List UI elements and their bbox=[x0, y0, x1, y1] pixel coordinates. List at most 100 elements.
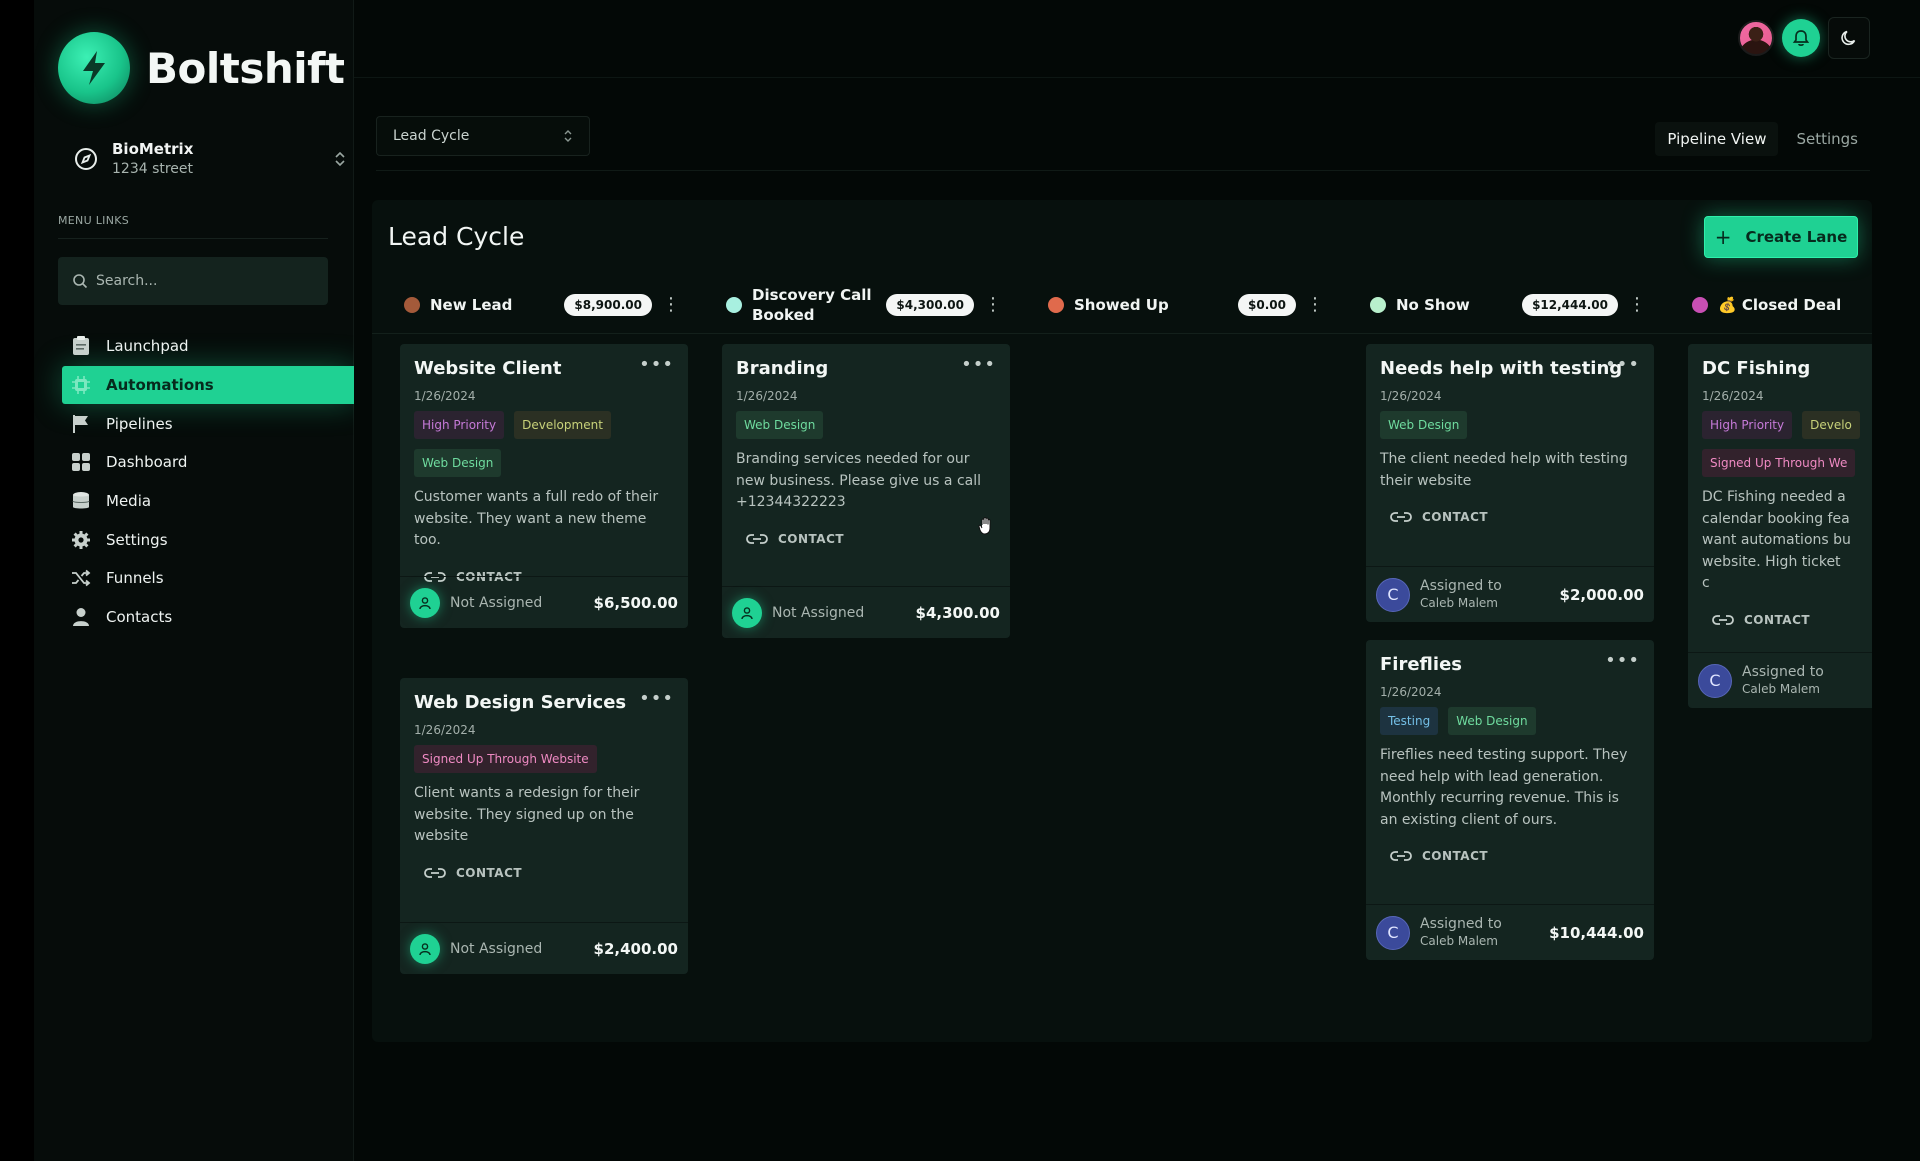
kebab-menu-icon[interactable]: ⋮ bbox=[1628, 296, 1646, 314]
sidebar-item-label: Settings bbox=[106, 530, 168, 549]
theme-toggle-button[interactable] bbox=[1828, 17, 1870, 59]
bolt-logo-icon bbox=[58, 32, 130, 104]
kebab-menu-icon[interactable]: ⋮ bbox=[662, 296, 680, 314]
card-date: 1/26/2024 bbox=[414, 389, 476, 403]
search-icon bbox=[73, 274, 88, 289]
lane-no-show: No Show $12,444.00 ⋮ bbox=[1352, 282, 1646, 328]
search-input[interactable] bbox=[96, 273, 316, 289]
assignee: Not Assigned bbox=[772, 604, 865, 621]
contact-label: CONTACT bbox=[1422, 849, 1489, 863]
contact-link[interactable]: CONTACT bbox=[1702, 609, 1872, 631]
notifications-button[interactable] bbox=[1782, 19, 1820, 57]
kebab-menu-icon[interactable]: ⋮ bbox=[984, 296, 1002, 314]
bell-icon bbox=[1792, 30, 1810, 46]
card-amount: $2,000.00 bbox=[1559, 585, 1644, 604]
sidebar-item-contacts[interactable]: Contacts bbox=[62, 598, 354, 637]
assignee-info: Assigned to Caleb Malem bbox=[1420, 578, 1502, 612]
assignee-avatar[interactable]: C bbox=[1376, 915, 1410, 950]
app-window: Boltshift BioMetrix 1234 street MENU LIN… bbox=[0, 0, 1920, 1161]
lane-color-dot bbox=[1048, 297, 1064, 313]
contact-link[interactable]: CONTACT bbox=[736, 528, 996, 550]
tab-pipeline-view[interactable]: Pipeline View bbox=[1655, 122, 1779, 156]
lane-discovery-call: Discovery Call Booked $4,300.00 ⋮ bbox=[708, 282, 1002, 328]
more-icon[interactable]: ••• bbox=[961, 354, 996, 375]
card-description: The client needed help with testing thei… bbox=[1380, 451, 1628, 489]
tag: Signed Up Through We bbox=[1702, 449, 1856, 477]
assignee: Not Assigned bbox=[450, 594, 543, 611]
brand-name: Boltshift bbox=[146, 43, 345, 93]
sidebar-item-automations[interactable]: Automations bbox=[62, 365, 354, 405]
sidebar-item-label: Contacts bbox=[106, 608, 173, 627]
deal-card[interactable]: Web Design Services ••• 1/26/2024 Signed… bbox=[400, 678, 688, 974]
assignee-name: Caleb Malem bbox=[1420, 933, 1498, 948]
deal-card[interactable]: Fireflies ••• 1/26/2024 Testing Web Desi… bbox=[1366, 640, 1654, 960]
assignee-avatar[interactable]: C bbox=[1698, 663, 1732, 698]
org-switcher[interactable]: BioMetrix 1234 street bbox=[74, 140, 346, 177]
lane-header: 💰 Closed Deal bbox=[1674, 282, 1872, 328]
sidebar-search[interactable] bbox=[58, 257, 328, 305]
create-lane-label: Create Lane bbox=[1745, 228, 1848, 246]
card-description: Client wants a redesign for their websit… bbox=[414, 785, 640, 844]
kebab-menu-icon[interactable]: ⋮ bbox=[1306, 296, 1324, 314]
lane-header: No Show $12,444.00 ⋮ bbox=[1352, 282, 1646, 328]
deal-card[interactable]: Website Client ••• 1/26/2024 High Priori… bbox=[400, 344, 688, 628]
card-date: 1/26/2024 bbox=[1380, 685, 1442, 699]
card-body: DC Fishing 1/26/2024 High Priority Devel… bbox=[1688, 344, 1872, 631]
sidebar-item-launchpad[interactable]: Launchpad bbox=[62, 327, 354, 366]
sidebar-item-settings[interactable]: Settings bbox=[62, 520, 354, 559]
sidebar-item-dashboard[interactable]: Dashboard bbox=[62, 443, 354, 482]
create-lane-button[interactable]: + Create Lane bbox=[1704, 216, 1858, 258]
tab-settings[interactable]: Settings bbox=[1784, 122, 1870, 156]
deal-card[interactable]: Branding ••• 1/26/2024 Web Design Brandi… bbox=[722, 344, 1010, 638]
card-title: DC Fishing bbox=[1702, 358, 1811, 379]
main-content: Lead Cycle Pipeline View Settings Lead C… bbox=[354, 78, 1920, 1161]
lane-header: New Lead $8,900.00 ⋮ bbox=[386, 282, 680, 328]
more-icon[interactable]: ••• bbox=[639, 688, 674, 709]
unassigned-avatar-icon[interactable] bbox=[410, 587, 440, 618]
sidebar-item-label: Dashboard bbox=[106, 453, 188, 472]
sidebar-item-media[interactable]: Media bbox=[62, 482, 354, 521]
card-body: Fireflies ••• 1/26/2024 Testing Web Desi… bbox=[1366, 640, 1654, 867]
assigned-label: Assigned to bbox=[1420, 915, 1502, 932]
lane-color-dot bbox=[726, 297, 742, 313]
card-amount: $10,444.00 bbox=[1549, 923, 1644, 942]
contact-link[interactable]: CONTACT bbox=[1380, 506, 1640, 528]
lane-color-dot bbox=[404, 297, 420, 313]
assignee-info: Assigned to Caleb Malem bbox=[1742, 664, 1824, 698]
card-description: Fireflies need testing support. They nee… bbox=[1380, 747, 1628, 828]
grid-icon bbox=[70, 451, 92, 473]
card-title: Web Design Services bbox=[414, 692, 627, 713]
lane-total-badge: $12,444.00 bbox=[1522, 294, 1618, 316]
contact-label: CONTACT bbox=[456, 865, 523, 880]
deal-card[interactable]: Needs help with testing ••• 1/26/2024 We… bbox=[1366, 344, 1654, 622]
user-avatar[interactable] bbox=[1738, 20, 1774, 56]
contact-link[interactable]: CONTACT bbox=[1380, 845, 1640, 867]
sidebar-item-funnels[interactable]: Funnels bbox=[62, 559, 354, 598]
sidebar-item-pipelines[interactable]: Pipelines bbox=[62, 404, 354, 443]
contact-link[interactable]: CONTACT bbox=[414, 862, 674, 884]
card-footer: C Assigned to Caleb Malem bbox=[1688, 652, 1872, 708]
org-info: BioMetrix 1234 street bbox=[112, 140, 193, 177]
more-icon[interactable]: ••• bbox=[639, 354, 674, 375]
menu-links-label: MENU LINKS bbox=[58, 214, 130, 227]
more-icon[interactable]: ••• bbox=[1605, 354, 1640, 375]
unassigned-avatar-icon[interactable] bbox=[732, 597, 762, 628]
assignee-avatar[interactable]: C bbox=[1376, 577, 1410, 612]
card-title: Needs help with testing bbox=[1380, 358, 1623, 379]
card-tags: Web Design bbox=[1380, 411, 1640, 439]
lane-header: Discovery Call Booked $4,300.00 ⋮ bbox=[708, 282, 1002, 328]
assigned-label: Assigned to bbox=[1420, 577, 1502, 594]
card-body: Web Design Services ••• 1/26/2024 Signed… bbox=[400, 678, 688, 884]
card-tags: Testing Web Design bbox=[1380, 707, 1640, 735]
card-tags: High Priority Development Web Design bbox=[414, 411, 674, 477]
pipeline-select[interactable]: Lead Cycle bbox=[376, 116, 590, 156]
more-icon[interactable]: ••• bbox=[1605, 650, 1640, 671]
tag: Develo bbox=[1802, 411, 1860, 439]
brand[interactable]: Boltshift bbox=[58, 32, 345, 104]
lane-name: No Show bbox=[1396, 296, 1470, 314]
unassigned-avatar-icon[interactable] bbox=[410, 933, 440, 964]
card-date: 1/26/2024 bbox=[414, 723, 476, 737]
sidebar-item-label: Media bbox=[106, 492, 152, 511]
deal-card[interactable]: DC Fishing 1/26/2024 High Priority Devel… bbox=[1688, 344, 1872, 708]
plus-icon: + bbox=[1714, 225, 1732, 249]
